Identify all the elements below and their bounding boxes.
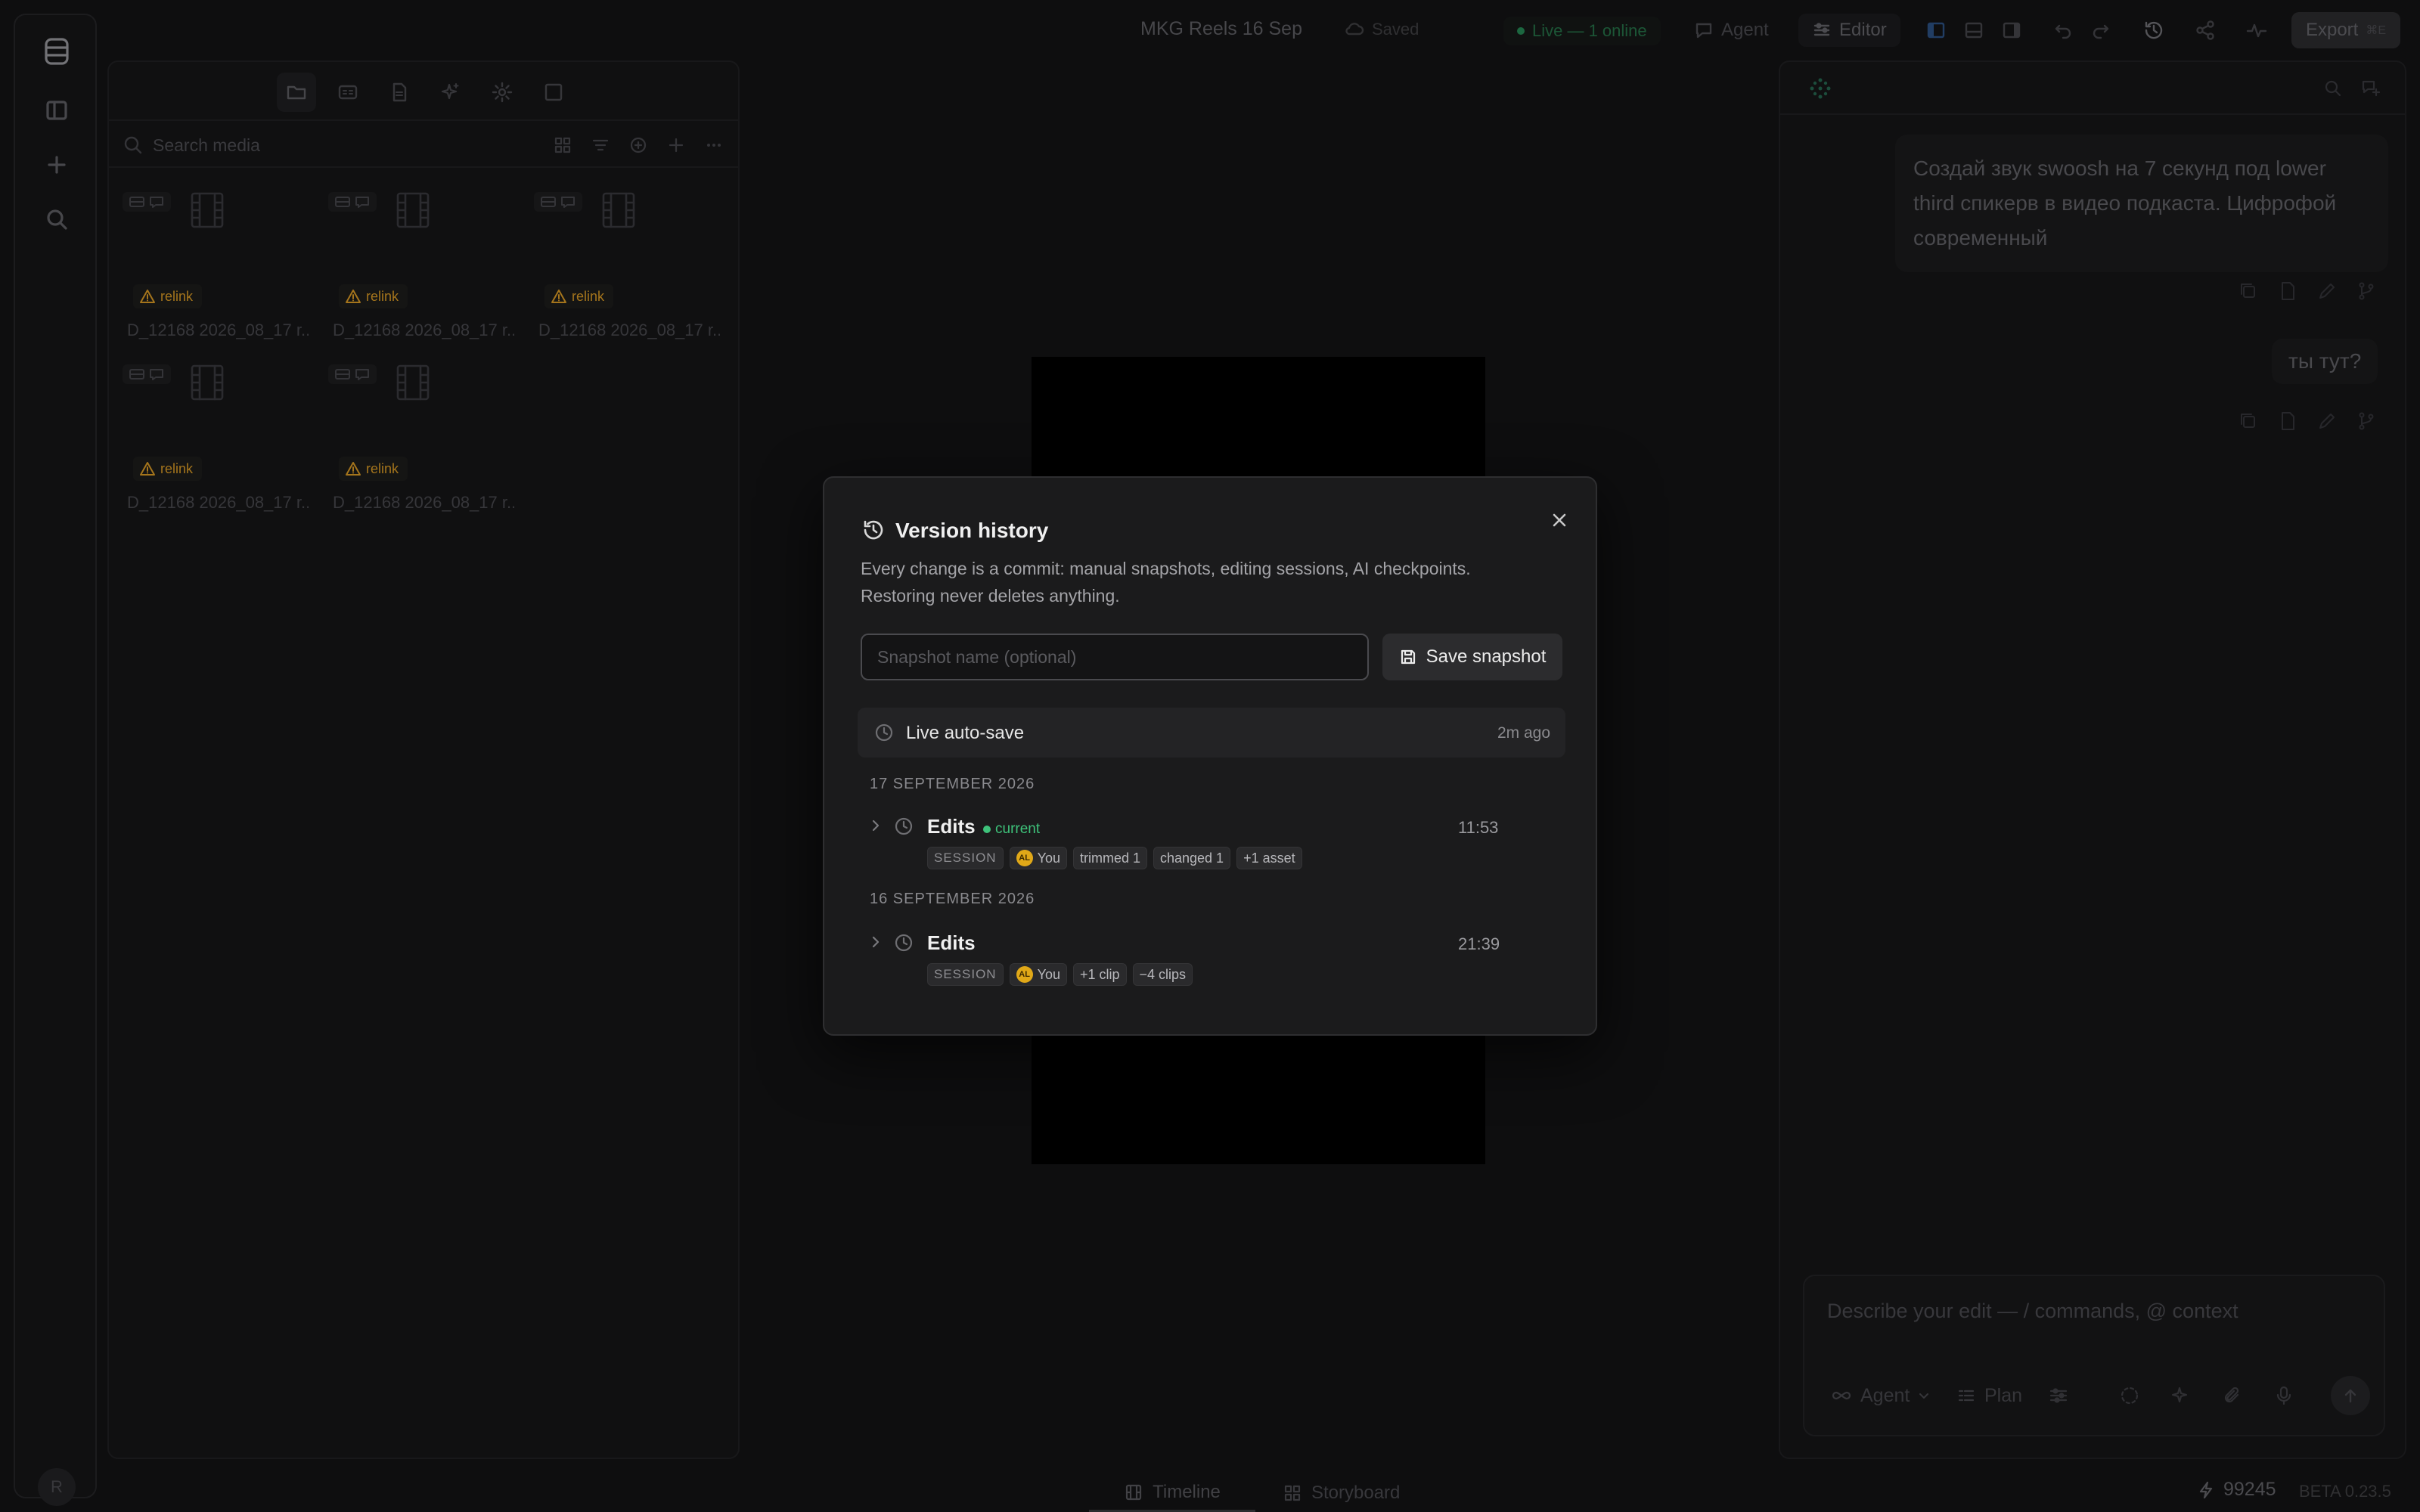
snapshot-name-input[interactable] [861,634,1369,680]
chip-author: AL You [1009,963,1067,986]
version-time: 11:53 [1458,818,1499,837]
version-time: 21:39 [1458,934,1500,953]
author-avatar: AL [1016,966,1033,983]
dialog-title: Version history [895,519,1049,542]
clock-icon [892,815,915,838]
chip-session: SESSION [927,963,1004,986]
date-header: 17 SEPTEMBER 2026 [870,776,1035,792]
version-history-dialog: Version history Every change is a commit… [823,476,1597,1036]
live-autosave-row[interactable]: Live auto-save 2m ago [858,708,1565,758]
chevron-right-icon[interactable] [867,816,885,835]
chip-change: +1 asset [1236,847,1302,869]
version-title: Edits [927,931,976,954]
dialog-description: Every change is a commit: manual snapsho… [861,559,1471,606]
current-dot [983,826,991,833]
author-name: You [1037,966,1060,982]
version-entry[interactable]: Edits 21:39 SESSION AL You +1 clip −4 cli… [867,922,1532,986]
chip-change: −4 clips [1132,963,1193,986]
close-button[interactable] [1544,505,1575,535]
author-avatar: AL [1016,850,1033,866]
autosave-time: 2m ago [1497,724,1550,742]
history-icon [861,517,886,543]
chip-change: trimmed 1 [1072,847,1147,869]
version-title: Edits [927,815,976,838]
autosave-label: Live auto-save [906,723,1025,743]
chevron-right-icon[interactable] [867,933,885,951]
version-chips: SESSION AL You +1 clip −4 clips [927,963,1193,986]
close-icon [1553,513,1566,527]
chip-author: AL You [1009,847,1067,869]
version-entry[interactable]: Edits current 11:53 SESSION AL You trimme… [867,806,1532,869]
version-chips: SESSION AL You trimmed 1 changed 1 +1 ass… [927,847,1302,869]
save-icon [1401,649,1415,665]
save-snapshot-button[interactable]: Save snapshot [1382,634,1562,680]
save-snapshot-label: Save snapshot [1426,646,1547,667]
clock-icon [892,931,915,954]
chip-change: changed 1 [1153,847,1231,869]
date-header: 16 SEPTEMBER 2026 [870,891,1035,907]
clock-icon [873,721,895,744]
author-name: You [1037,850,1060,866]
current-label: current [995,821,1041,837]
chip-change: +1 clip [1072,963,1127,986]
chip-session: SESSION [927,847,1004,869]
current-badge: current [983,821,1040,838]
